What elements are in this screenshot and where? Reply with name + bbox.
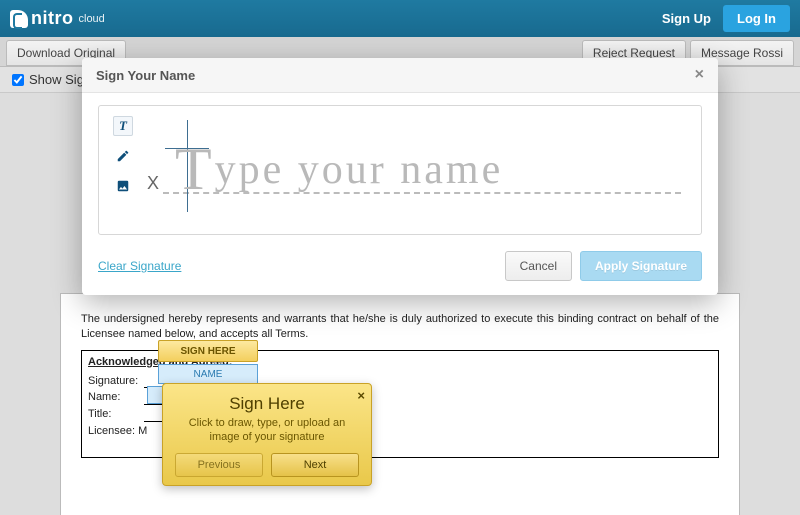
signature-input-area[interactable]: X Type your name xyxy=(145,116,685,224)
modal-header: Sign Your Name × xyxy=(82,58,718,93)
name-field-slot[interactable]: NAME xyxy=(158,364,258,384)
licensee-label: Licensee: M xyxy=(88,424,147,439)
pen-icon xyxy=(116,149,130,163)
brand-logo: nitro cloud xyxy=(10,8,105,29)
cancel-button[interactable]: Cancel xyxy=(505,251,572,281)
type-tool-icon[interactable]: T xyxy=(113,116,133,136)
brand-suffix: cloud xyxy=(79,13,105,25)
apply-signature-button[interactable]: Apply Signature xyxy=(580,251,702,281)
callout-previous-button[interactable]: Previous xyxy=(175,453,263,477)
callout-next-button[interactable]: Next xyxy=(271,453,359,477)
signature-x-mark: X xyxy=(147,173,159,194)
app-header: nitro cloud Sign Up Log In xyxy=(0,0,800,37)
sign-name-modal: Sign Your Name × T X Type your name Clea… xyxy=(82,58,718,295)
draw-tool-icon[interactable] xyxy=(113,146,133,166)
modal-footer: Clear Signature Cancel Apply Signature xyxy=(82,241,718,295)
signup-link[interactable]: Sign Up xyxy=(662,11,711,26)
signature-tool-strip: T xyxy=(111,116,135,224)
signature-label: Signature: xyxy=(88,374,140,389)
modal-title: Sign Your Name xyxy=(96,68,195,83)
modal-close-icon[interactable]: × xyxy=(695,66,704,84)
image-icon xyxy=(116,179,130,193)
warranty-paragraph: The undersigned hereby represents and wa… xyxy=(81,312,719,342)
login-button[interactable]: Log In xyxy=(723,5,790,32)
logo-icon xyxy=(10,10,28,28)
title-label: Title: xyxy=(88,407,140,422)
signature-canvas: T X Type your name xyxy=(98,105,702,235)
name-label: Name: xyxy=(88,390,140,405)
brand-name: nitro xyxy=(31,8,74,29)
signature-placeholder: Type your name xyxy=(175,135,679,204)
show-sign-checkbox[interactable] xyxy=(12,74,24,86)
callout-title: Sign Here xyxy=(175,394,359,414)
callout-close-icon[interactable]: × xyxy=(357,388,365,403)
callout-body: Click to draw, type, or upload an image … xyxy=(175,416,359,445)
upload-tool-icon[interactable] xyxy=(113,176,133,196)
sign-here-field-button[interactable]: SIGN HERE xyxy=(158,340,258,362)
sign-here-callout: × Sign Here Click to draw, type, or uplo… xyxy=(162,383,372,486)
clear-signature-link[interactable]: Clear Signature xyxy=(98,259,181,273)
